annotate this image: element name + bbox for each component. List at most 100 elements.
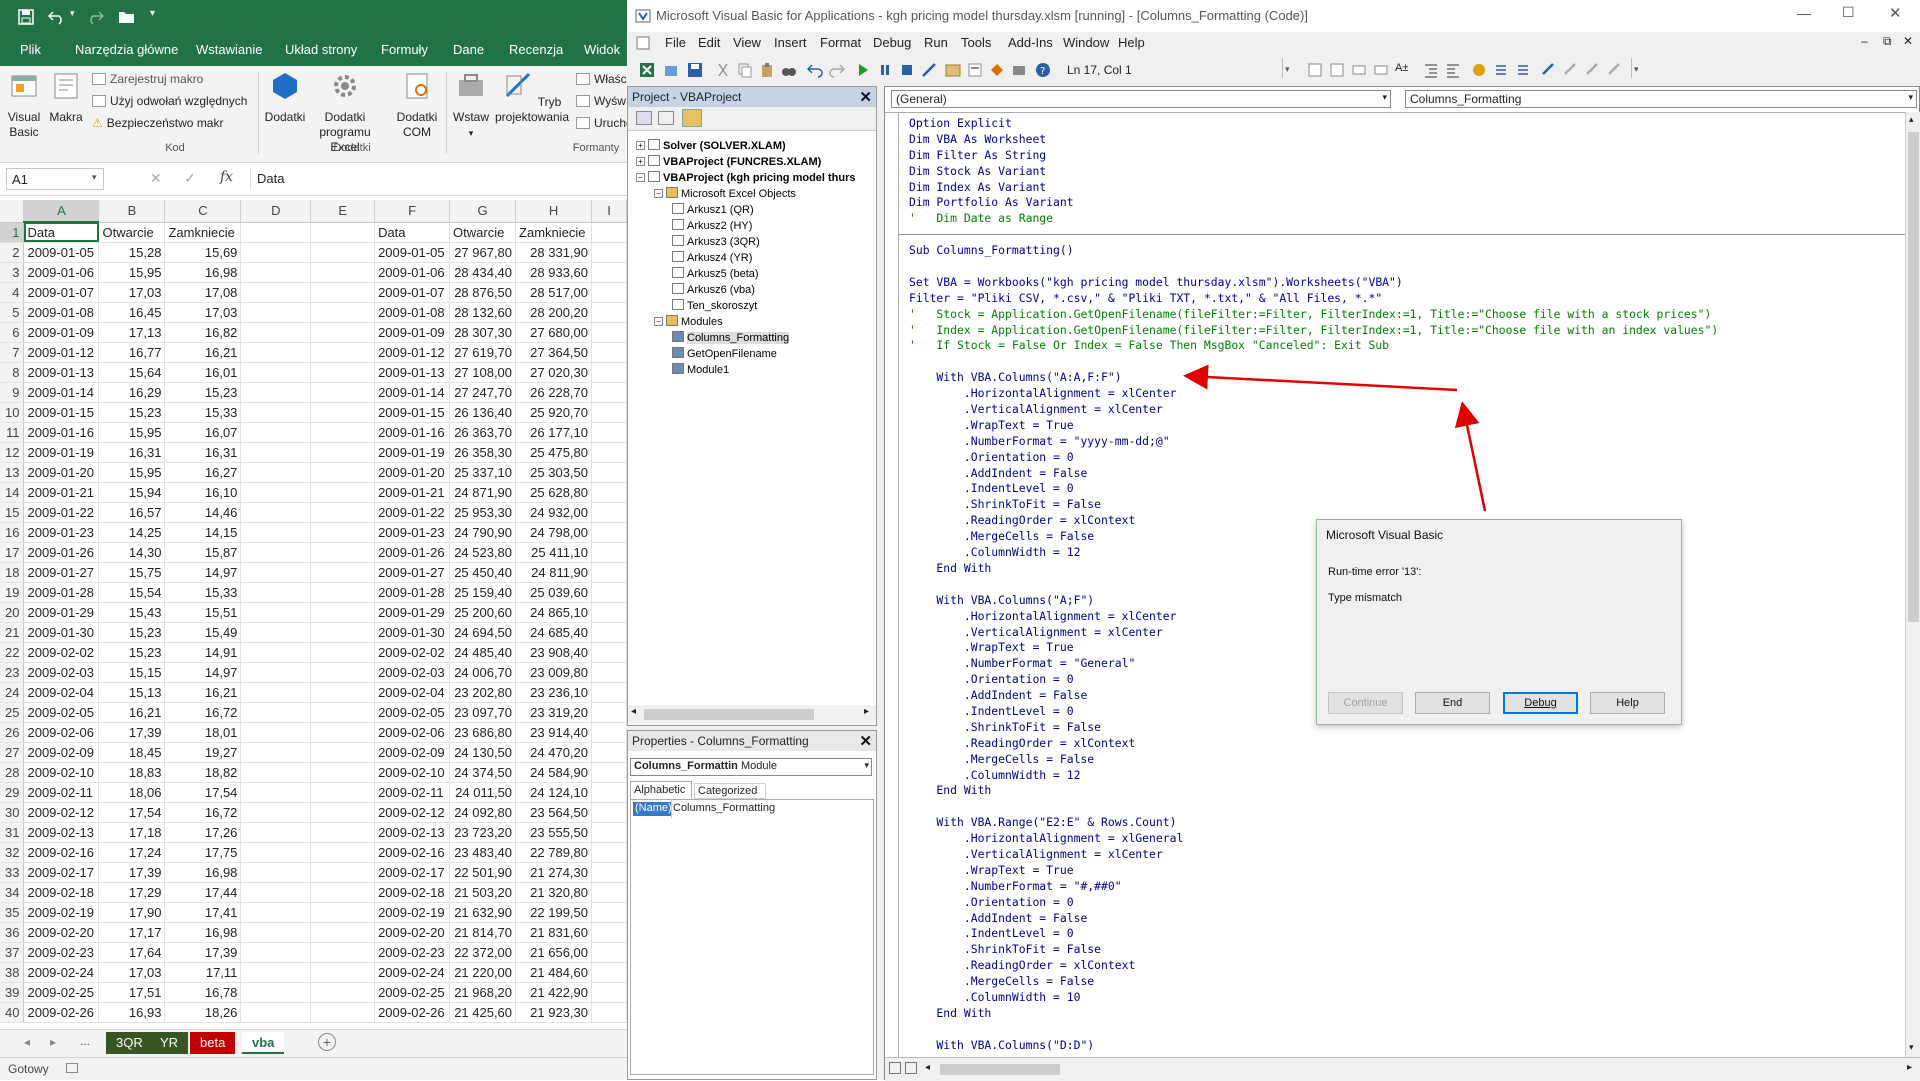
cell[interactable] xyxy=(310,742,376,763)
cell[interactable]: 23 202,80 xyxy=(449,682,517,703)
cell[interactable] xyxy=(591,362,627,383)
addins-button[interactable]: Dodatki xyxy=(262,70,308,125)
cell[interactable]: 2009-01-15 xyxy=(374,402,451,423)
cell[interactable] xyxy=(310,242,376,263)
menu-insert[interactable]: Insert xyxy=(774,35,807,50)
column-header[interactable]: I xyxy=(591,200,627,223)
view-excel-icon[interactable] xyxy=(639,62,655,78)
cell[interactable] xyxy=(240,942,312,963)
cell[interactable]: 17,26 xyxy=(164,822,242,843)
row-header[interactable]: 2 xyxy=(0,242,25,263)
cell[interactable]: 17,39 xyxy=(98,862,166,883)
cell[interactable]: 15,51 xyxy=(164,602,242,623)
cut-icon[interactable] xyxy=(715,62,731,78)
cell[interactable] xyxy=(240,342,312,363)
tree-node[interactable]: Arkusz2 (HY) xyxy=(672,219,752,232)
tree-node[interactable]: Arkusz1 (QR) xyxy=(672,203,754,216)
scroll-left-icon[interactable]: ◂ xyxy=(631,706,636,717)
cell[interactable]: 23 483,40 xyxy=(449,842,517,863)
code-line[interactable]: .AddIndent = False xyxy=(909,466,1718,482)
name-box[interactable]: A1 xyxy=(6,168,104,190)
cell[interactable]: 15,23 xyxy=(98,622,166,643)
cell[interactable]: 18,45 xyxy=(98,742,166,763)
cell[interactable] xyxy=(591,482,627,503)
row-header[interactable]: 14 xyxy=(0,482,25,503)
column-header[interactable]: A xyxy=(23,200,100,223)
cell[interactable]: 18,06 xyxy=(98,782,166,803)
cell[interactable]: 2009-01-13 xyxy=(374,362,451,383)
hscroll-right-icon[interactable]: ▸ xyxy=(1907,1062,1912,1073)
cell[interactable]: 17,64 xyxy=(98,942,166,963)
cell[interactable]: 2009-01-14 xyxy=(374,382,451,403)
cell[interactable]: 2009-02-09 xyxy=(23,742,100,763)
cell[interactable] xyxy=(310,902,376,923)
child-restore-icon[interactable]: ⧉ xyxy=(1883,34,1892,49)
expand-toggle-icon[interactable]: + xyxy=(636,157,645,166)
cell[interactable]: 17,08 xyxy=(164,282,242,303)
cell[interactable]: 2009-01-28 xyxy=(23,582,100,603)
row-header[interactable]: 40 xyxy=(0,1002,25,1023)
cell[interactable]: 26 228,70 xyxy=(515,382,593,403)
cell[interactable]: 24 011,50 xyxy=(449,782,517,803)
cell[interactable]: 17,44 xyxy=(164,882,242,903)
row-header[interactable]: 10 xyxy=(0,402,25,423)
code-line[interactable]: Dim Portfolio As Variant xyxy=(909,195,1718,211)
row-header[interactable]: 6 xyxy=(0,322,25,343)
cell[interactable]: 15,33 xyxy=(164,582,242,603)
cell[interactable] xyxy=(240,742,312,763)
cell[interactable]: 24 470,20 xyxy=(515,742,593,763)
uncomment-block-icon[interactable] xyxy=(1515,62,1531,78)
cell[interactable]: 16,57 xyxy=(98,502,166,523)
prev-bookmark-icon[interactable] xyxy=(1585,62,1601,78)
code-vscroll[interactable]: ▴ ▾ xyxy=(1905,112,1920,1057)
open-folder-icon[interactable] xyxy=(118,9,136,25)
code-line[interactable]: .WrapText = True xyxy=(909,863,1718,879)
clear-bookmarks-icon[interactable] xyxy=(1607,62,1623,78)
cell[interactable]: 24 871,90 xyxy=(449,482,517,503)
find-icon[interactable] xyxy=(781,62,797,78)
cell[interactable]: 17,17 xyxy=(98,922,166,943)
cell[interactable] xyxy=(591,642,627,663)
cell[interactable]: 16,98 xyxy=(164,262,242,283)
cell[interactable]: 2009-01-06 xyxy=(374,262,451,283)
close-properties-icon[interactable]: ✕ xyxy=(859,732,872,750)
cell[interactable] xyxy=(310,762,376,783)
cell[interactable]: 21 968,20 xyxy=(449,982,517,1003)
cell[interactable] xyxy=(310,282,376,303)
help-icon[interactable]: ? xyxy=(1035,62,1051,78)
menu-window[interactable]: Window xyxy=(1063,35,1109,50)
redo-icon[interactable] xyxy=(86,9,104,25)
record-macro-button[interactable]: Zarejestruj makro xyxy=(92,71,203,87)
cell[interactable] xyxy=(240,882,312,903)
cell[interactable]: Zamkniecie xyxy=(164,222,242,243)
cell[interactable]: 17,18 xyxy=(98,822,166,843)
cell[interactable]: 24 006,70 xyxy=(449,662,517,683)
cell[interactable]: 2009-02-25 xyxy=(23,982,100,1003)
cell[interactable]: 15,95 xyxy=(98,462,166,483)
cell[interactable]: 24 798,00 xyxy=(515,522,593,543)
next-sheet-icon[interactable]: ▸ xyxy=(50,1035,56,1049)
undo-icon[interactable] xyxy=(48,9,66,25)
code-line[interactable]: .HorizontalAlignment = xlCenter xyxy=(909,386,1718,402)
cell[interactable]: 24 932,00 xyxy=(515,502,593,523)
cell[interactable] xyxy=(591,982,627,1003)
cell[interactable]: 15,43 xyxy=(98,602,166,623)
cell[interactable] xyxy=(310,482,376,503)
cell[interactable]: 22 199,50 xyxy=(515,902,593,923)
cell[interactable]: 14,15 xyxy=(164,522,242,543)
tab-review[interactable]: Recenzja xyxy=(509,42,563,57)
cell[interactable]: 24 694,50 xyxy=(449,622,517,643)
cell[interactable]: 2009-02-24 xyxy=(23,962,100,983)
cell[interactable] xyxy=(240,982,312,1003)
project-explorer-icon[interactable] xyxy=(945,62,961,78)
code-line[interactable] xyxy=(909,259,1718,275)
row-header[interactable]: 24 xyxy=(0,682,25,703)
sheet-tab-3qr[interactable]: 3QR xyxy=(106,1032,153,1054)
cell[interactable]: 15,75 xyxy=(98,562,166,583)
vscroll-thumb[interactable] xyxy=(1908,132,1919,622)
row-header[interactable]: 4 xyxy=(0,282,25,303)
row-header[interactable]: 12 xyxy=(0,442,25,463)
design-mode-button[interactable]: Tryb projektowania xyxy=(494,70,570,125)
expand-toggle-icon[interactable]: + xyxy=(636,141,645,150)
cell[interactable]: 2009-02-26 xyxy=(374,1002,451,1023)
